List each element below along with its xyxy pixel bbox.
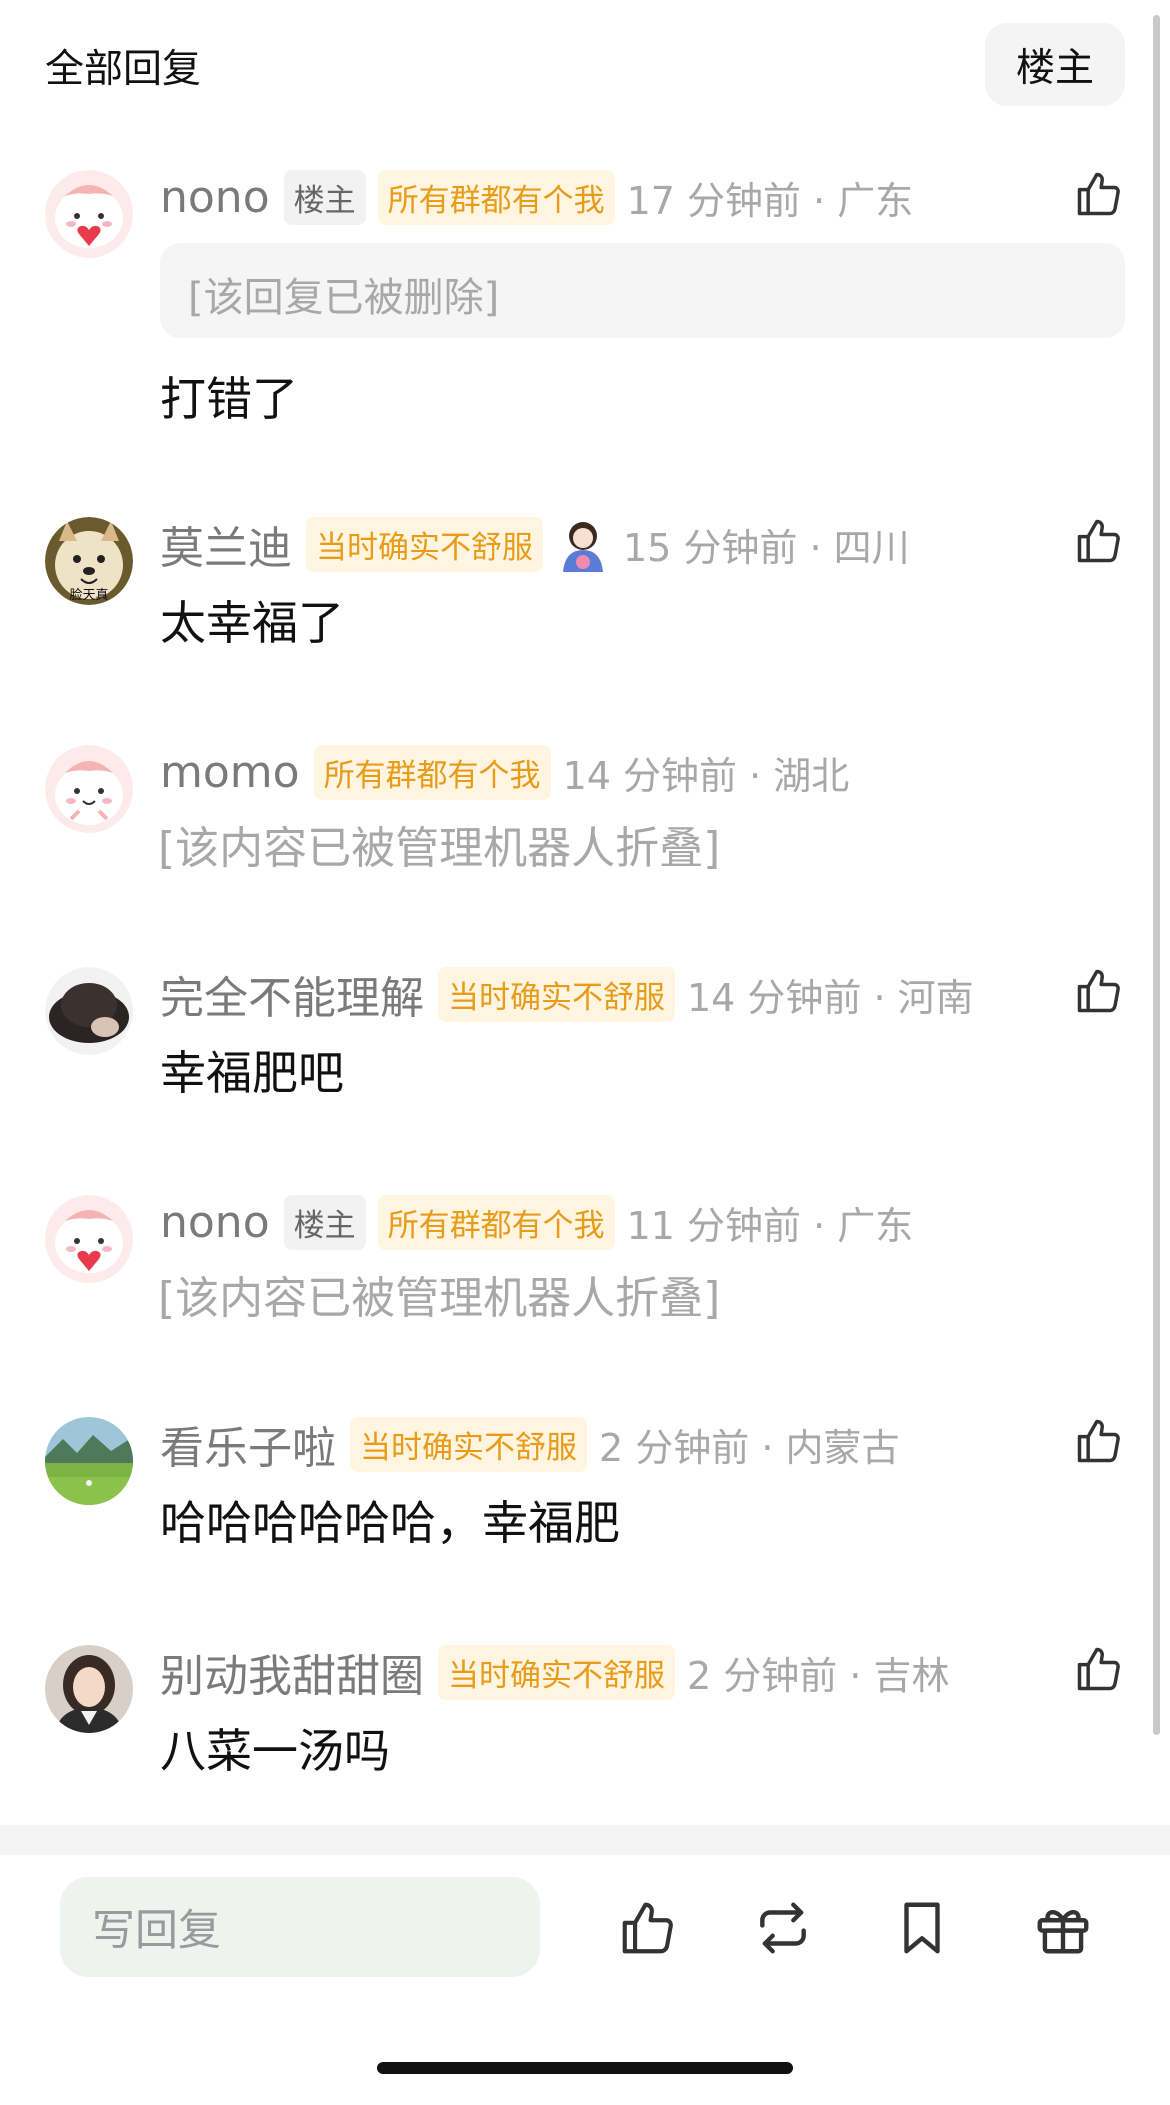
time-location: 2 分钟前 · 吉林 xyxy=(687,1653,950,1698)
time-location: 17 分钟前 · 广东 xyxy=(626,178,914,223)
username[interactable]: momo xyxy=(160,747,300,798)
username[interactable]: nono xyxy=(160,1197,270,1248)
comment-meta: 莫兰迪 当时确实不舒服 15 分钟前 · 四川 xyxy=(160,514,910,574)
owner-only-button[interactable]: 楼主 xyxy=(985,23,1125,106)
bookmark-icon[interactable] xyxy=(891,1897,953,1959)
woman-portrait-avatar-icon xyxy=(45,1645,133,1733)
username[interactable]: 看乐子啦 xyxy=(160,1412,336,1476)
avatar[interactable] xyxy=(45,1417,133,1505)
comment-meta: 完全不能理解 当时确实不舒服 14 分钟前 · 河南 xyxy=(160,964,974,1024)
deleted-reply-text: [该回复已被删除] xyxy=(188,275,500,321)
username[interactable]: 莫兰迪 xyxy=(160,512,292,576)
group-badge[interactable]: 当时确实不舒服 xyxy=(438,1644,675,1700)
comment-text[interactable]: 八菜一汤吗 xyxy=(160,1715,390,1781)
comment-meta: nono 楼主 所有群都有个我 17 分钟前 · 广东 xyxy=(160,167,913,227)
folded-content-text[interactable]: [该内容已被管理机器人折叠] xyxy=(158,812,720,876)
comment-meta: momo 所有群都有个我 14 分钟前 · 湖北 xyxy=(160,742,849,802)
avatar[interactable] xyxy=(45,170,133,258)
time-location: 15 分钟前 · 四川 xyxy=(623,525,910,570)
comment-text[interactable]: 打错了 xyxy=(160,363,298,429)
comment-meta: nono 楼主 所有群都有个我 11 分钟前 · 广东 xyxy=(160,1192,913,1252)
thumbs-up-icon[interactable] xyxy=(617,1897,679,1959)
username[interactable]: 别动我甜甜圈 xyxy=(160,1640,424,1704)
repost-icon[interactable] xyxy=(752,1897,814,1959)
thumbs-up-icon[interactable] xyxy=(1073,168,1125,220)
group-badge[interactable]: 当时确实不舒服 xyxy=(438,966,675,1022)
comment-text[interactable]: 太幸福了 xyxy=(160,587,344,653)
avatar[interactable] xyxy=(45,745,133,833)
username[interactable]: nono xyxy=(160,172,270,223)
avatar[interactable]: 脸天真 xyxy=(45,517,133,605)
character-sticker-icon xyxy=(563,522,603,572)
comment-meta: 看乐子啦 当时确实不舒服 2 分钟前 · 内蒙古 xyxy=(160,1414,900,1474)
reply-input[interactable]: 写回复 xyxy=(60,1877,540,1977)
thumbs-up-icon[interactable] xyxy=(1073,1643,1125,1695)
time-location: 14 分钟前 · 湖北 xyxy=(562,753,850,798)
comment-text[interactable]: 幸福肥吧 xyxy=(160,1037,344,1103)
shiba-dog-avatar-icon: 脸天真 xyxy=(45,517,133,605)
avatar-caption: 脸天真 xyxy=(69,588,108,603)
pink-bunny-heart-avatar-icon xyxy=(45,1195,133,1283)
comment-meta: 别动我甜甜圈 当时确实不舒服 2 分钟前 · 吉林 xyxy=(160,1642,950,1702)
group-badge[interactable]: 所有群都有个我 xyxy=(313,744,551,800)
avatar[interactable] xyxy=(45,967,133,1055)
group-badge[interactable]: 所有群都有个我 xyxy=(377,1194,615,1250)
page-title: 全部回复 xyxy=(45,47,202,92)
green-field-avatar-icon xyxy=(45,1417,133,1505)
thumbs-up-icon[interactable] xyxy=(1073,515,1125,567)
username[interactable]: 完全不能理解 xyxy=(160,962,424,1026)
owner-badge: 楼主 xyxy=(283,1194,366,1250)
scrollbar[interactable] xyxy=(1153,15,1160,1735)
owner-badge: 楼主 xyxy=(283,169,366,225)
gift-icon[interactable] xyxy=(1032,1897,1094,1959)
deleted-reply-quote: [该回复已被删除] xyxy=(160,243,1125,338)
bottom-action-bar: 写回复 xyxy=(0,1855,1170,2105)
pink-bunny-heart-avatar-icon xyxy=(45,170,133,258)
pink-bunny-avatar-icon xyxy=(45,745,133,833)
thumbs-up-icon[interactable] xyxy=(1073,965,1125,1017)
group-badge[interactable]: 当时确实不舒服 xyxy=(306,516,543,572)
comment-text[interactable]: 哈哈哈哈哈哈，幸福肥 xyxy=(160,1487,620,1553)
group-badge[interactable]: 当时确实不舒服 xyxy=(350,1416,587,1472)
time-location: 2 分钟前 · 内蒙古 xyxy=(599,1425,900,1470)
avatar[interactable] xyxy=(45,1645,133,1733)
home-indicator[interactable] xyxy=(377,2062,793,2074)
avatar[interactable] xyxy=(45,1195,133,1283)
folded-content-text[interactable]: [该内容已被管理机器人折叠] xyxy=(158,1262,720,1326)
time-location: 14 分钟前 · 河南 xyxy=(687,975,974,1020)
group-badge[interactable]: 所有群都有个我 xyxy=(377,169,615,225)
dark-hair-avatar-icon xyxy=(45,967,133,1055)
time-location: 11 分钟前 · 广东 xyxy=(626,1203,914,1248)
bottom-divider xyxy=(0,1825,1170,1855)
thumbs-up-icon[interactable] xyxy=(1073,1415,1125,1467)
header: 全部回复 楼主 xyxy=(0,0,1170,130)
